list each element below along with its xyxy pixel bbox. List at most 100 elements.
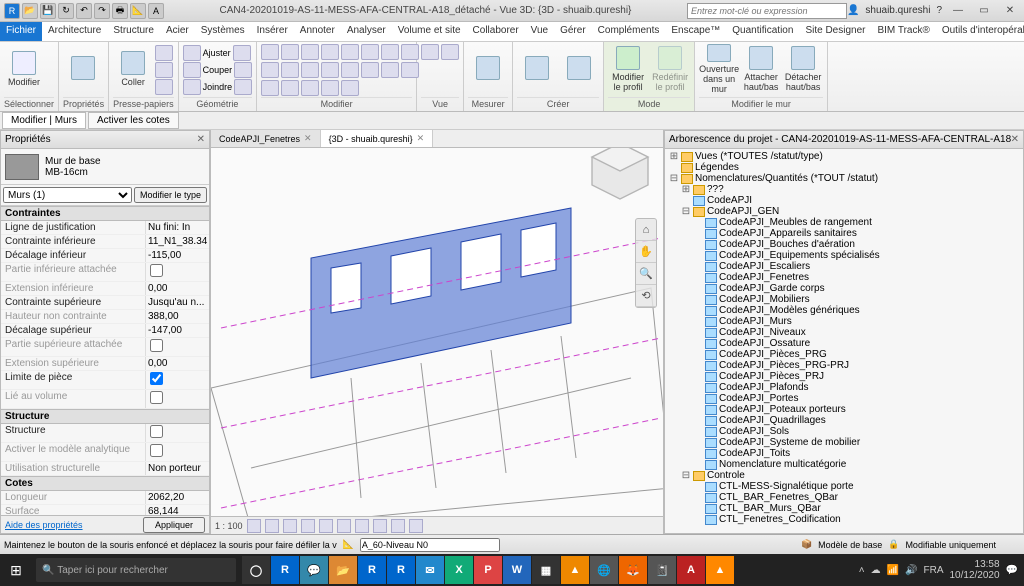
tree-row[interactable]: ⊟Controle xyxy=(667,470,1021,481)
tree-row[interactable]: ⊞??? xyxy=(667,184,1021,195)
taskbar-app[interactable]: 🌐 xyxy=(590,556,618,584)
wall-opening-button[interactable]: Ouverture dans un mur xyxy=(699,44,739,94)
mod-icon[interactable] xyxy=(261,44,279,60)
tree-row[interactable]: CodeAPJI_Pièces_PRG xyxy=(667,349,1021,360)
nav-bar[interactable]: ⌂✋🔍⟲ xyxy=(635,218,657,308)
tree-row[interactable]: CodeAPJI_Ossature xyxy=(667,338,1021,349)
tree-row[interactable]: CTL_BAR_Fenetres_QBar xyxy=(667,492,1021,503)
ribbon-tab-enscape[interactable]: Enscape™ xyxy=(665,22,726,41)
tree-row[interactable]: CodeAPJI_Poteaux porteurs xyxy=(667,404,1021,415)
copy-icon[interactable] xyxy=(155,62,173,78)
tree-row[interactable]: CodeAPJI_Niveaux xyxy=(667,327,1021,338)
properties-button[interactable] xyxy=(63,44,103,94)
qat-measure-icon[interactable]: 📐 xyxy=(130,3,146,19)
level-input[interactable] xyxy=(360,538,500,552)
reset-profile-button[interactable]: Redéfinir le profil xyxy=(650,44,690,94)
ribbon-tab-gerer[interactable]: Gérer xyxy=(554,22,592,41)
expand-icon[interactable]: ⊟ xyxy=(681,470,691,481)
qat-open-icon[interactable]: 📂 xyxy=(22,3,38,19)
edit-profile-button[interactable]: Modifier le profil xyxy=(608,44,648,94)
tree-row[interactable]: CodeAPJI_Meubles de rangement xyxy=(667,217,1021,228)
activate-dims-tab[interactable]: Activer les cotes xyxy=(88,112,179,129)
property-value[interactable]: 2062,20 xyxy=(145,491,209,504)
close-icon[interactable]: ✕ xyxy=(417,133,425,144)
qat-save-icon[interactable]: 💾 xyxy=(40,3,56,19)
attach-button[interactable]: Attacher haut/bas xyxy=(741,44,781,94)
match-icon[interactable] xyxy=(155,79,173,95)
property-value[interactable] xyxy=(145,338,209,356)
ribbon-tab-collaborer[interactable]: Collaborer xyxy=(467,22,525,41)
tree-row[interactable]: CTL_BAR_Murs_QBar xyxy=(667,503,1021,514)
property-value[interactable]: Jusqu'au n... xyxy=(145,296,209,309)
property-value[interactable] xyxy=(145,443,209,461)
maximize-button[interactable]: ▭ xyxy=(974,3,994,19)
qat-redo-icon[interactable]: ↷ xyxy=(94,3,110,19)
tree-row[interactable]: CodeAPJI_Bouches d'aération xyxy=(667,239,1021,250)
tray-time[interactable]: 13:58 xyxy=(975,559,1000,570)
tray-lang[interactable]: FRA xyxy=(923,565,943,576)
taskbar-app[interactable]: ▲ xyxy=(706,556,734,584)
ribbon-tab-architecture[interactable]: Architecture xyxy=(42,22,107,41)
tree-row[interactable]: CTL_Fenetres_Codification xyxy=(667,514,1021,525)
ribbon-tab-volume[interactable]: Volume et site xyxy=(392,22,467,41)
scale-label[interactable]: 1 : 100 xyxy=(215,521,243,531)
tree-row[interactable]: CodeAPJI xyxy=(667,195,1021,206)
ribbon-tab-vue[interactable]: Vue xyxy=(525,22,554,41)
property-value[interactable] xyxy=(145,390,209,408)
tree-row[interactable]: ⊟CodeAPJI_GEN xyxy=(667,206,1021,217)
taskbar-app[interactable]: 📓 xyxy=(648,556,676,584)
taskbar-app[interactable]: R xyxy=(358,556,386,584)
ribbon-tab-complements[interactable]: Compléments xyxy=(592,22,666,41)
ribbon-tab-systemes[interactable]: Systèmes xyxy=(195,22,251,41)
tree-row[interactable]: CodeAPJI_Garde corps xyxy=(667,283,1021,294)
tree-row[interactable]: CodeAPJI_Equipements spécialisés xyxy=(667,250,1021,261)
cut-icon[interactable] xyxy=(155,45,173,61)
property-value[interactable]: 68,144 xyxy=(145,505,209,515)
tree-row[interactable]: CodeAPJI_Systeme de mobilier xyxy=(667,437,1021,448)
property-value[interactable]: Nu fini: In xyxy=(145,221,209,234)
taskbar-app[interactable]: ✉ xyxy=(416,556,444,584)
tray-cloud-icon[interactable]: ☁ xyxy=(871,565,881,576)
tree-row[interactable]: ⊟Nomenclatures/Quantités (*TOUT /statut) xyxy=(667,173,1021,184)
tree-row[interactable]: CodeAPJI_Pièces_PRG-PRJ xyxy=(667,360,1021,371)
tree-row[interactable]: Légendes xyxy=(667,162,1021,173)
project-browser-close-icon[interactable]: ✕ xyxy=(1011,134,1019,145)
ribbon-tab-quantification[interactable]: Quantification xyxy=(726,22,799,41)
qat-sync-icon[interactable]: ↻ xyxy=(58,3,74,19)
ribbon-tab-inserer[interactable]: Insérer xyxy=(251,22,294,41)
taskbar-app[interactable]: ◯ xyxy=(242,556,270,584)
help-icon[interactable]: ? xyxy=(936,5,942,16)
ribbon-tab-interop[interactable]: Outils d'interopérabilité BIM xyxy=(936,22,1024,41)
ribbon-tab-analyser[interactable]: Analyser xyxy=(341,22,392,41)
windows-search-input[interactable]: 🔍 Taper ici pour rechercher xyxy=(36,558,236,582)
tray-chevron-icon[interactable]: ˄ xyxy=(859,565,865,576)
ribbon-tab-bimtrack[interactable]: BIM Track® xyxy=(871,22,935,41)
tree-row[interactable]: CodeAPJI_Escaliers xyxy=(667,261,1021,272)
tree-row[interactable]: CodeAPJI_Sols xyxy=(667,426,1021,437)
property-value[interactable]: 11_N1_38.34 xyxy=(145,235,209,248)
taskbar-app[interactable]: ▲ xyxy=(561,556,589,584)
couper-icon[interactable] xyxy=(183,62,201,78)
ribbon-tab-acier[interactable]: Acier xyxy=(160,22,195,41)
qat-print-icon[interactable]: 🖶 xyxy=(112,3,128,19)
tree-row[interactable]: CodeAPJI_Modèles génériques xyxy=(667,305,1021,316)
property-value[interactable]: 0,00 xyxy=(145,357,209,370)
apply-button[interactable]: Appliquer xyxy=(143,517,205,533)
close-button[interactable]: ✕ xyxy=(1000,3,1020,19)
edit-type-button[interactable]: Modifier le type xyxy=(134,187,207,203)
taskbar-app[interactable]: 📂 xyxy=(329,556,357,584)
properties-close-icon[interactable]: ✕ xyxy=(197,134,205,145)
tray-notifications-icon[interactable]: 💬 xyxy=(1006,565,1018,576)
property-value[interactable]: 0,00 xyxy=(145,282,209,295)
ribbon-tab-structure[interactable]: Structure xyxy=(107,22,160,41)
taskbar-app[interactable]: X xyxy=(445,556,473,584)
tree-row[interactable]: CodeAPJI_Plafonds xyxy=(667,382,1021,393)
property-value[interactable] xyxy=(145,424,209,442)
expand-icon[interactable]: ⊞ xyxy=(681,184,691,195)
view-tab-schedule[interactable]: CodeAPJI_Fenetres✕ xyxy=(211,130,321,147)
paste-button[interactable]: Coller xyxy=(113,44,153,94)
ajuster-icon[interactable] xyxy=(183,45,201,61)
joindre-icon[interactable] xyxy=(183,79,201,95)
measure-button[interactable] xyxy=(468,44,508,94)
qat-text-icon[interactable]: A xyxy=(148,3,164,19)
